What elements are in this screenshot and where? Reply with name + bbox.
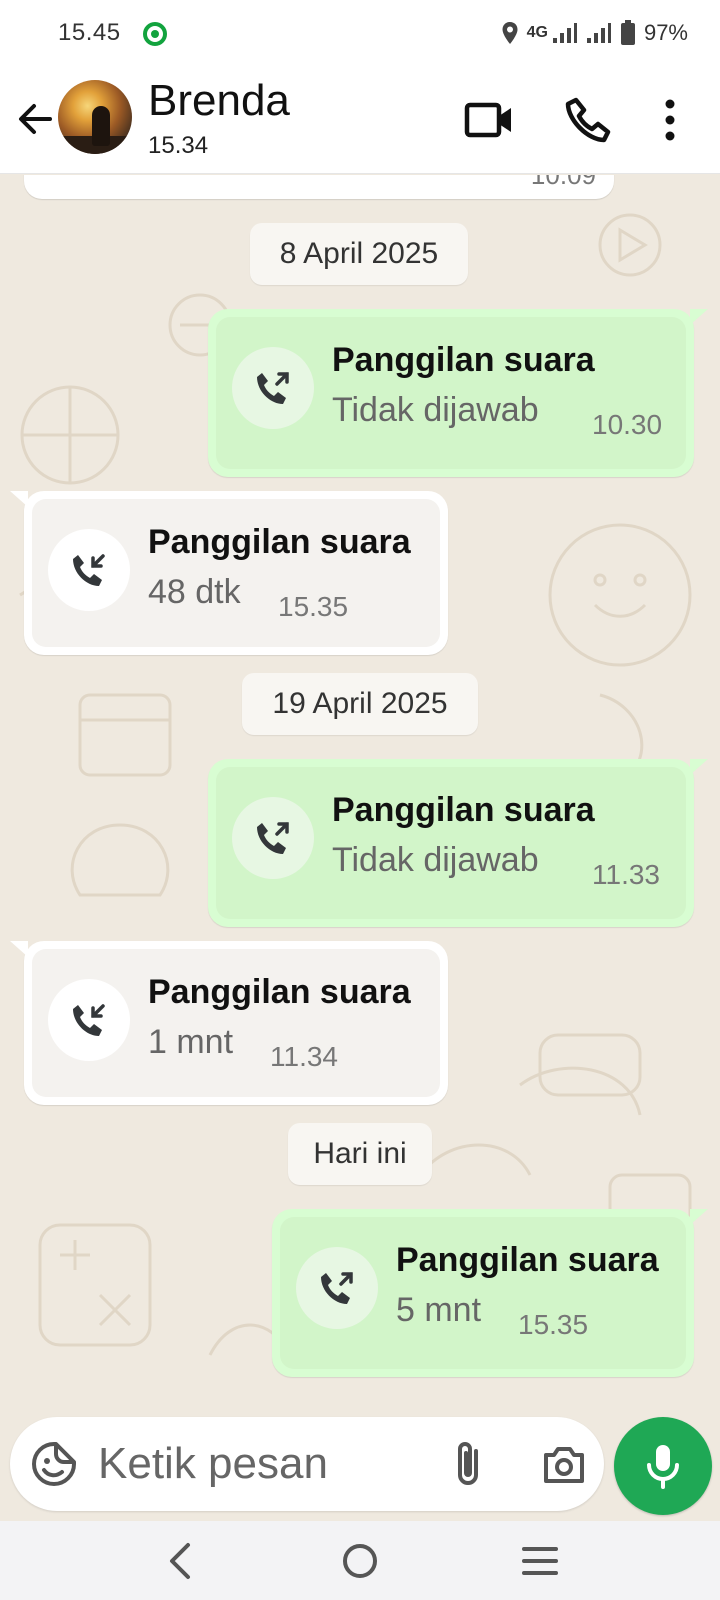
message-time: 15.35 bbox=[518, 1309, 589, 1340]
contact-name[interactable]: Brenda bbox=[148, 76, 290, 126]
message-time: 11.34 bbox=[270, 1041, 338, 1072]
signal-icon bbox=[552, 23, 577, 43]
call-detail: 48 dtk bbox=[148, 573, 241, 611]
call-bubble[interactable]: Panggilan suara 1 mnt 11.34 bbox=[10, 941, 448, 1105]
call-icon-circle bbox=[232, 347, 314, 429]
incoming-call-icon bbox=[73, 554, 105, 586]
message-time: 10.09 bbox=[530, 175, 596, 190]
battery-level: 97% bbox=[643, 20, 688, 45]
more-vertical-icon[interactable] bbox=[648, 94, 692, 146]
status-indicators: 4G 97% bbox=[501, 18, 688, 48]
mic-icon bbox=[647, 1445, 679, 1489]
status-bar: 15.45 4G 97% bbox=[0, 0, 720, 68]
location-active-icon bbox=[143, 22, 167, 46]
date-chip: Hari ini bbox=[288, 1123, 432, 1185]
call-title: Panggilan suara bbox=[148, 523, 411, 561]
chat-area[interactable]: 10.09 8 April 2025 Panggilan suara Tidak… bbox=[0, 175, 720, 1415]
call-icon-circle bbox=[296, 1247, 378, 1329]
previous-message[interactable]: 10.09 bbox=[24, 175, 614, 199]
call-bubble[interactable]: Panggilan suara Tidak dijawab 10.30 bbox=[208, 309, 708, 477]
message-input[interactable] bbox=[98, 1431, 428, 1497]
nav-back-icon[interactable] bbox=[160, 1539, 204, 1583]
phone-icon[interactable] bbox=[562, 94, 614, 146]
nav-recents-icon[interactable] bbox=[518, 1539, 562, 1583]
call-icon-circle bbox=[48, 979, 130, 1061]
avatar[interactable] bbox=[58, 80, 132, 154]
nav-home-icon[interactable] bbox=[338, 1539, 382, 1583]
call-bubble[interactable]: Panggilan suara 5 mnt 15.35 bbox=[272, 1209, 708, 1377]
status-time: 15.45 bbox=[58, 19, 121, 46]
call-detail: Tidak dijawab bbox=[332, 391, 539, 429]
message-time: 15.35 bbox=[278, 591, 349, 622]
outgoing-call-icon bbox=[257, 822, 289, 854]
message-time: 10.30 bbox=[592, 409, 663, 440]
battery-icon bbox=[620, 20, 635, 45]
signal-icon-2 bbox=[586, 23, 611, 43]
call-detail: Tidak dijawab bbox=[332, 841, 539, 879]
call-title: Panggilan suara bbox=[148, 973, 411, 1011]
arrow-left-icon[interactable] bbox=[14, 98, 56, 140]
call-title: Panggilan suara bbox=[332, 791, 595, 829]
network-type: 4G bbox=[526, 24, 548, 41]
mic-button[interactable] bbox=[614, 1417, 712, 1515]
call-bubble[interactable]: Panggilan suara 48 dtk 15.35 bbox=[10, 491, 448, 655]
contact-last-seen: 15.34 bbox=[148, 132, 209, 159]
call-bubble[interactable]: Panggilan suara Tidak dijawab 11.33 bbox=[208, 759, 708, 927]
video-call-icon[interactable] bbox=[464, 94, 516, 146]
message-composer bbox=[10, 1417, 604, 1511]
call-title: Panggilan suara bbox=[332, 341, 595, 379]
system-navigation-bar bbox=[0, 1521, 720, 1600]
call-detail: 5 mnt bbox=[396, 1291, 482, 1329]
call-detail: 1 mnt bbox=[148, 1023, 234, 1061]
date-chip: 19 April 2025 bbox=[242, 673, 478, 735]
outgoing-call-icon bbox=[257, 372, 289, 404]
sticker-icon[interactable] bbox=[30, 1440, 78, 1488]
location-pin-icon bbox=[502, 22, 518, 44]
date-chip: 8 April 2025 bbox=[250, 223, 468, 285]
call-icon-circle bbox=[232, 797, 314, 879]
incoming-call-icon bbox=[73, 1004, 105, 1036]
camera-icon[interactable] bbox=[540, 1441, 588, 1487]
paperclip-icon[interactable] bbox=[446, 1439, 494, 1489]
call-title: Panggilan suara bbox=[396, 1241, 659, 1279]
chat-header: Brenda 15.34 bbox=[0, 68, 720, 174]
call-icon-circle bbox=[48, 529, 130, 611]
message-time: 11.33 bbox=[592, 859, 660, 890]
outgoing-call-icon bbox=[321, 1272, 353, 1304]
